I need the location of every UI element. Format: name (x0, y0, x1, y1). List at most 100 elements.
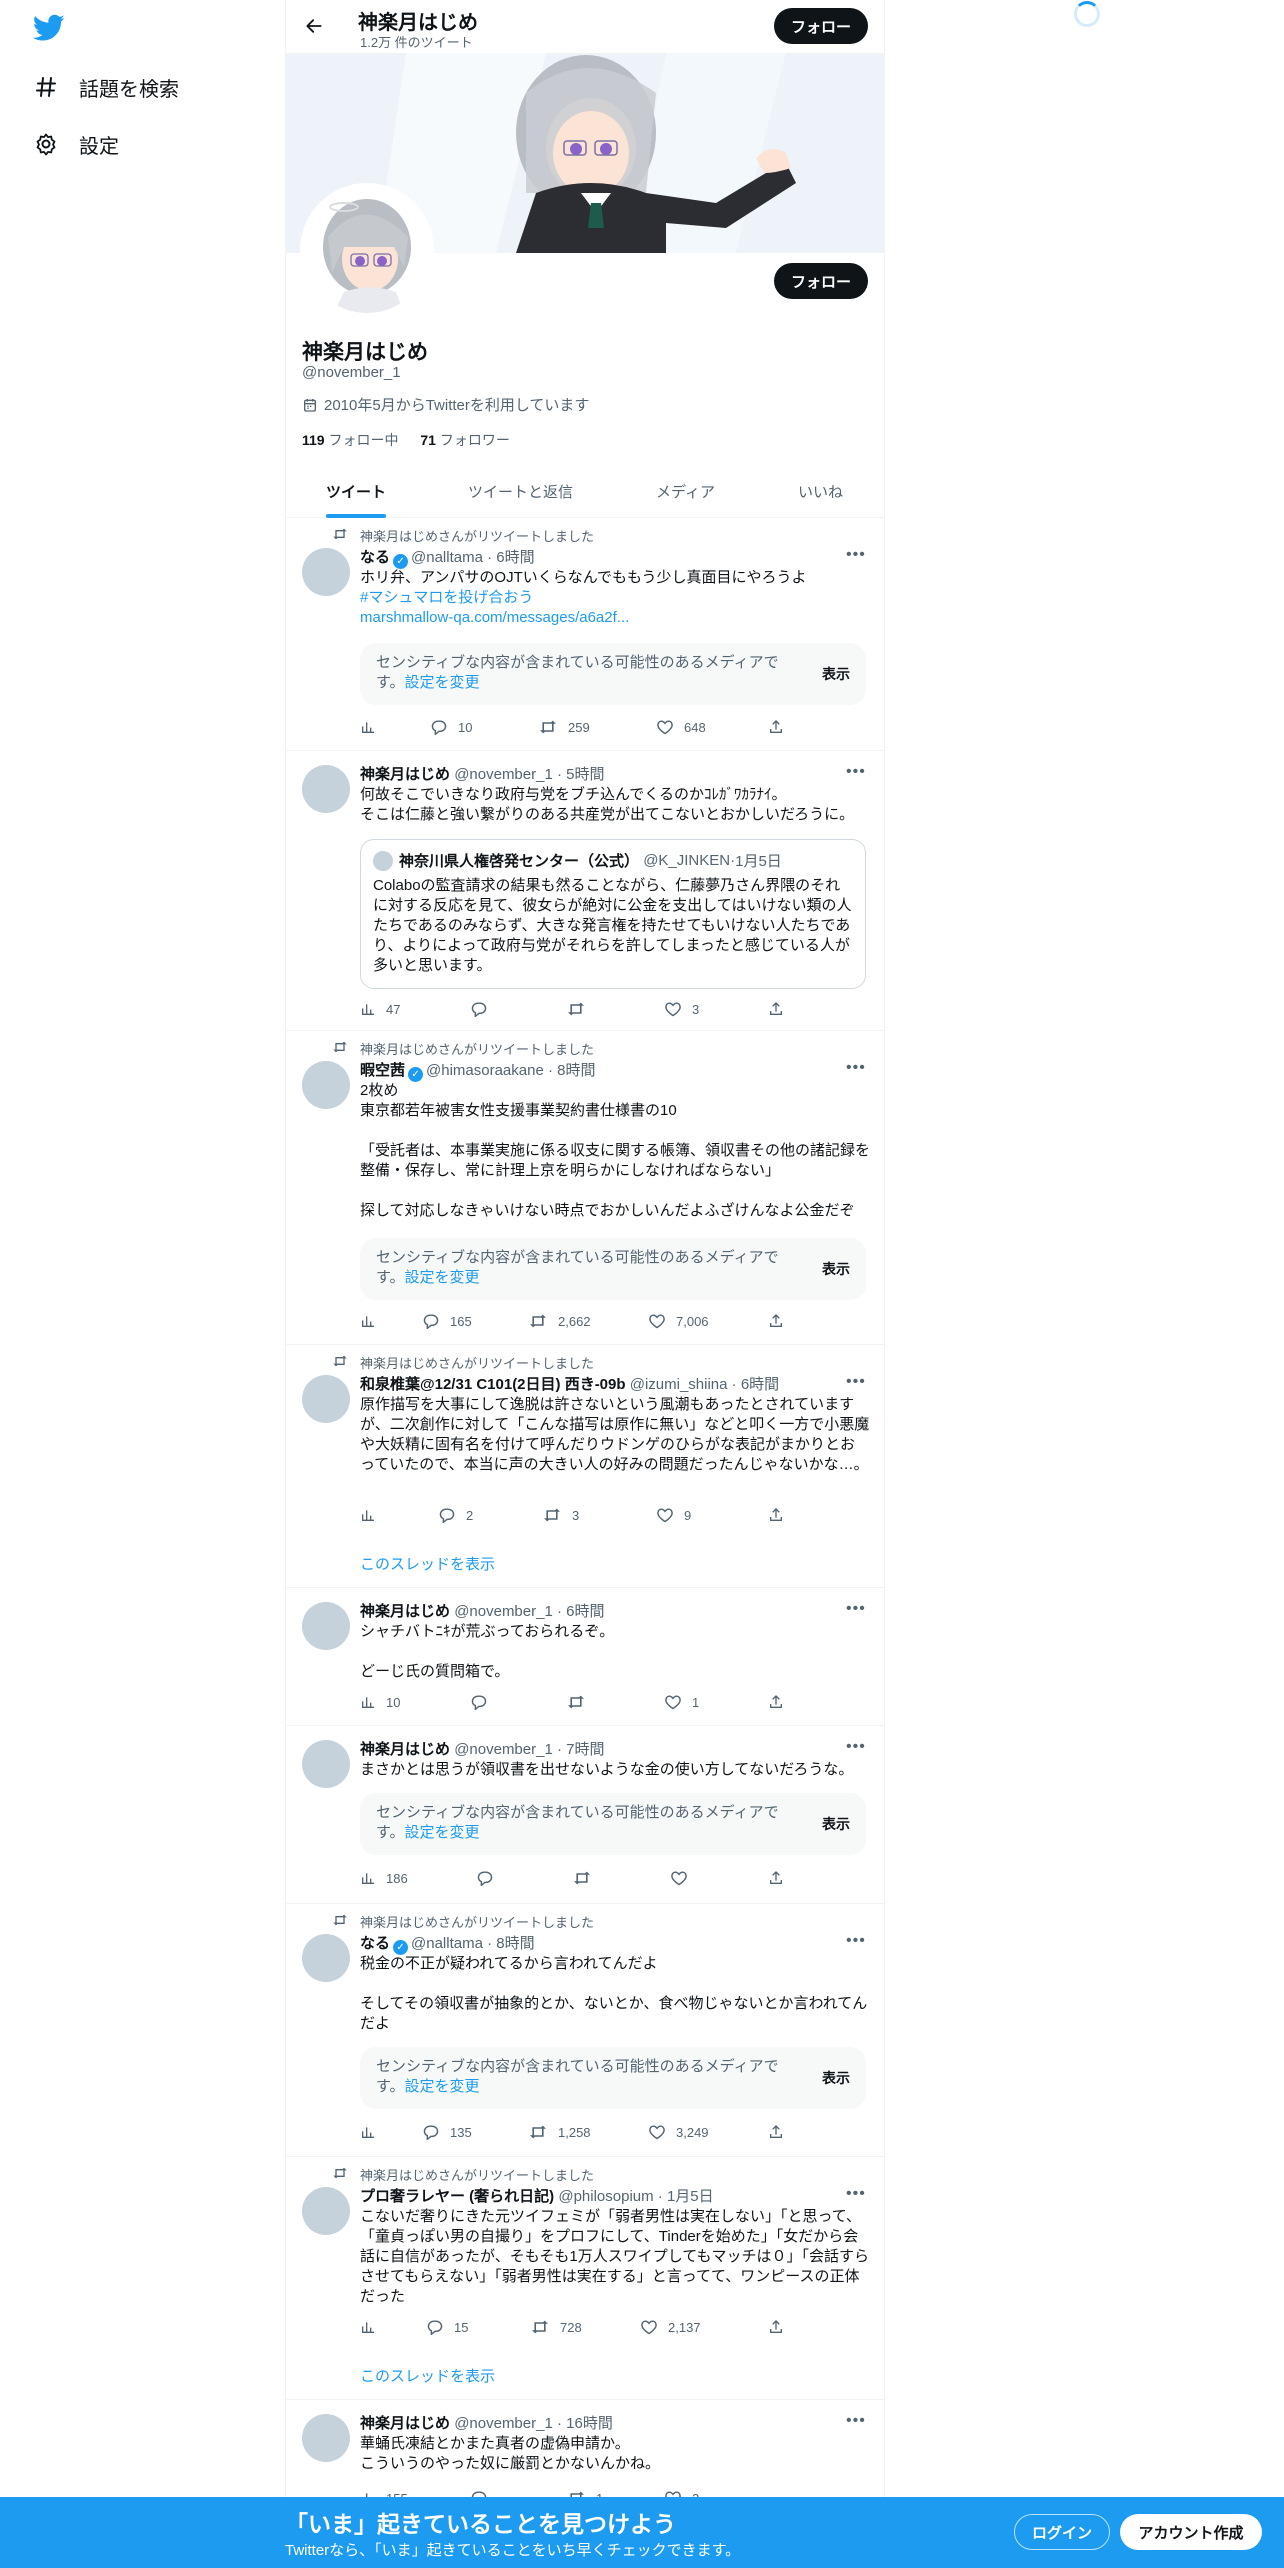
more-options-icon[interactable]: ••• (846, 1932, 866, 1950)
avatar[interactable] (302, 1375, 350, 1423)
show-media-button[interactable]: 表示 (822, 2068, 850, 2088)
avatar[interactable] (302, 548, 350, 596)
header-follow-button[interactable]: フォロー (774, 8, 868, 44)
tweet[interactable]: 神楽月はじめさんがリツイートしました 暇空茜 ✓ @himasoraakane · … (286, 1031, 884, 1345)
show-thread-link[interactable]: このスレッドを表示 (360, 1553, 495, 1574)
share-button[interactable] (768, 1507, 794, 1523)
change-settings-link[interactable]: 設定を変更 (405, 674, 480, 691)
views-stat[interactable] (360, 1507, 386, 1523)
more-options-icon[interactable]: ••• (846, 2412, 866, 2430)
change-settings-link[interactable]: 設定を変更 (405, 2078, 480, 2095)
show-thread-link[interactable]: このスレッドを表示 (360, 2365, 495, 2386)
tweet-handle[interactable]: @november_1 (454, 766, 553, 783)
tweet[interactable]: 神楽月はじめさんがリツイートしました なる ✓ @nalltama · 6時間 ••… (286, 518, 884, 751)
more-options-icon[interactable]: ••• (846, 2185, 866, 2203)
following-link[interactable]: 119 フォロー中 (302, 432, 398, 448)
avatar[interactable] (302, 1934, 350, 1982)
tweet-handle[interactable]: @izumi_shiina (630, 1376, 728, 1393)
nav-explore[interactable]: 話題を検索 (33, 67, 179, 107)
tweet-handle[interactable]: @november_1 (454, 1741, 553, 1758)
tweet-time[interactable]: 8時間 (496, 1935, 534, 1952)
retweet-button[interactable]: 728 (530, 2319, 582, 2335)
tab-likes[interactable]: いいね (798, 465, 843, 518)
more-options-icon[interactable]: ••• (846, 763, 866, 781)
more-options-icon[interactable]: ••• (846, 546, 866, 564)
more-options-icon[interactable]: ••• (846, 1738, 866, 1756)
back-arrow-icon[interactable] (300, 12, 328, 40)
views-stat[interactable]: 47 (360, 1001, 400, 1017)
retweet-button[interactable] (566, 1694, 596, 1710)
like-button[interactable] (670, 1870, 698, 1886)
tweet-time[interactable]: 6時間 (496, 549, 534, 566)
like-button[interactable]: 7,006 (648, 1313, 709, 1329)
tweet-author-name[interactable]: 神楽月はじめ (360, 2415, 450, 2432)
retweet-button[interactable] (572, 1870, 602, 1886)
tweet-author-name[interactable]: 暇空茜 (360, 1062, 405, 1079)
reply-button[interactable] (476, 1870, 504, 1886)
profile-follow-button[interactable]: フォロー (774, 263, 868, 299)
tab-tweets[interactable]: ツイート (326, 465, 386, 518)
tweet-author-name[interactable]: プロ奢ラレヤー (奢られ日記) (360, 2188, 554, 2205)
more-options-icon[interactable]: ••• (846, 1600, 866, 1618)
tweet-author-name[interactable]: なる (360, 549, 390, 566)
reply-button[interactable]: 135 (422, 2124, 472, 2140)
like-button[interactable]: 648 (656, 719, 706, 735)
tweet[interactable]: 神楽月はじめ @november_1 · 7時間 ••• まさかとは思うが領収書… (286, 1726, 884, 1904)
tweet-handle[interactable]: @himasoraakane (426, 1062, 544, 1079)
tweet-author-name[interactable]: 神楽月はじめ (360, 1603, 450, 1620)
like-button[interactable]: 9 (656, 1507, 691, 1523)
share-button[interactable] (768, 2319, 794, 2335)
reply-button[interactable]: 165 (422, 1313, 472, 1329)
reply-button[interactable]: 10 (430, 719, 472, 735)
twitter-logo-icon[interactable] (32, 14, 65, 42)
views-stat[interactable] (360, 2124, 386, 2140)
views-stat[interactable]: 186 (360, 1870, 408, 1886)
tweet-time[interactable]: 5時間 (566, 766, 604, 783)
tweet[interactable]: 神楽月はじめ @november_1 · 6時間 ••• シャチバトﾆｷが荒ぶっ… (286, 1588, 884, 1726)
retweet-button[interactable]: 3 (542, 1507, 579, 1523)
retweet-button[interactable]: 259 (538, 719, 590, 735)
more-options-icon[interactable]: ••• (846, 1373, 866, 1391)
show-media-button[interactable]: 表示 (822, 1814, 850, 1834)
share-button[interactable] (768, 2124, 794, 2140)
change-settings-link[interactable]: 設定を変更 (405, 1269, 480, 1286)
create-account-button[interactable]: アカウント作成 (1120, 2514, 1262, 2550)
login-button[interactable]: ログイン (1014, 2514, 1110, 2550)
reply-button[interactable]: 15 (426, 2319, 468, 2335)
tweet-author-name[interactable]: 神楽月はじめ (360, 1741, 450, 1758)
tweet-author-name[interactable]: 和泉椎葉@12/31 C101(2日目) 西き-09b (360, 1376, 626, 1393)
reply-button[interactable] (470, 1694, 498, 1710)
retweet-button[interactable] (566, 1001, 596, 1017)
followers-link[interactable]: 71 フォロワー (420, 432, 509, 448)
retweet-button[interactable]: 1,258 (528, 2124, 591, 2140)
like-button[interactable]: 3,249 (648, 2124, 709, 2140)
tweet-time[interactable]: 6時間 (741, 1376, 779, 1393)
tweet-handle[interactable]: @november_1 (454, 1603, 553, 1620)
views-stat[interactable]: 10 (360, 1694, 400, 1710)
views-stat[interactable] (360, 2319, 386, 2335)
tweet-author-name[interactable]: なる (360, 1935, 390, 1952)
views-stat[interactable] (360, 1313, 386, 1329)
tweet-handle[interactable]: @november_1 (454, 2415, 553, 2432)
tab-tweets-replies[interactable]: ツイートと返信 (468, 465, 573, 518)
like-button[interactable]: 3 (664, 1001, 699, 1017)
tweet[interactable]: 神楽月はじめさんがリツイートしました プロ奢ラレヤー (奢られ日記) @phil… (286, 2157, 884, 2400)
share-button[interactable] (768, 1313, 794, 1329)
tweet-author-name[interactable]: 神楽月はじめ (360, 766, 450, 783)
show-media-button[interactable]: 表示 (822, 1259, 850, 1279)
nav-settings[interactable]: 設定 (33, 124, 119, 164)
like-button[interactable]: 2,137 (640, 2319, 701, 2335)
avatar[interactable] (302, 2414, 350, 2462)
tweet[interactable]: 神楽月はじめさんがリツイートしました 和泉椎葉@12/31 C101(2日目) … (286, 1345, 884, 1588)
share-button[interactable] (768, 1001, 794, 1017)
share-button[interactable] (768, 719, 794, 735)
avatar[interactable] (302, 1602, 350, 1650)
tweet-time[interactable]: 1月5日 (667, 2188, 714, 2205)
tweet-time[interactable]: 16時間 (566, 2415, 613, 2432)
show-media-button[interactable]: 表示 (822, 664, 850, 684)
tweet-time[interactable]: 8時間 (557, 1062, 595, 1079)
reply-button[interactable] (470, 1001, 498, 1017)
views-stat[interactable] (360, 719, 386, 735)
tweet-time[interactable]: 7時間 (566, 1741, 604, 1758)
tweet-handle[interactable]: @nalltama (411, 549, 483, 566)
